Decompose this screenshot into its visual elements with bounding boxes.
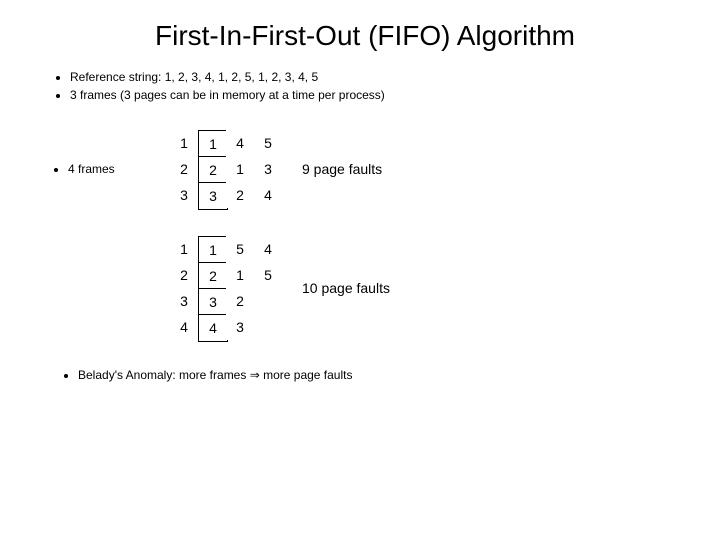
bullet-anomaly: Belady's Anomaly: more frames ⇒ more pag…: [60, 368, 680, 382]
table-cell: 1: [226, 156, 254, 182]
table-cell: 2: [170, 156, 198, 182]
table-cell: 3: [226, 314, 254, 340]
table-cell: 5: [254, 262, 282, 288]
table-cell: 1: [170, 130, 198, 156]
table-cell: 1: [198, 236, 228, 264]
label-4frames: 4 frames: [50, 162, 170, 176]
table-cell: 2: [198, 262, 228, 290]
bullet-ref-string: Reference string: 1, 2, 3, 4, 1, 2, 5, 1…: [70, 70, 680, 84]
table-cell: 2: [226, 182, 254, 208]
table-cell: 5: [226, 236, 254, 262]
table-cell: 4: [254, 236, 282, 262]
table-cell: 4: [226, 130, 254, 156]
page-faults-4: 10 page faults: [302, 280, 390, 296]
table-cell: 3: [170, 288, 198, 314]
table-cell: 1: [198, 130, 228, 158]
implies-icon: ⇒: [250, 368, 260, 382]
section-3frames: 4 frames 1 1 4 5 2 2 1 3 3 3 2 4 9 page …: [50, 130, 680, 208]
table-cell: 3: [198, 288, 228, 316]
table-cell: 2: [198, 156, 228, 184]
bullet-list: Reference string: 1, 2, 3, 4, 1, 2, 5, 1…: [70, 70, 680, 102]
table-cell: 1: [170, 236, 198, 262]
table-cell: 4: [254, 182, 282, 208]
table-cell: 2: [170, 262, 198, 288]
table-cell: 1: [226, 262, 254, 288]
page-title: First-In-First-Out (FIFO) Algorithm: [50, 20, 680, 52]
table-cell: 4: [198, 314, 228, 342]
table-cell: [254, 288, 282, 314]
table-3frames: 1 1 4 5 2 2 1 3 3 3 2 4: [170, 130, 282, 208]
table-cell: 3: [254, 156, 282, 182]
table-4frames: 1 1 5 4 2 2 1 5 3 3 2 4 4 3: [170, 236, 282, 340]
table-cell: 2: [226, 288, 254, 314]
bullet-3frames: 3 frames (3 pages can be in memory at a …: [70, 88, 680, 102]
page-faults-3: 9 page faults: [302, 161, 382, 177]
table-cell: 5: [254, 130, 282, 156]
anomaly-prefix: Belady's Anomaly: more frames: [78, 368, 250, 382]
table-cell: 3: [198, 182, 228, 210]
table-cell: [254, 314, 282, 340]
table-cell: 4: [170, 314, 198, 340]
anomaly-suffix: more page faults: [260, 368, 353, 382]
section-4frames: 1 1 5 4 2 2 1 5 3 3 2 4 4 3 10 page faul…: [50, 236, 680, 340]
table-cell: 3: [170, 182, 198, 208]
label-4frames-text: 4 frames: [68, 162, 170, 176]
